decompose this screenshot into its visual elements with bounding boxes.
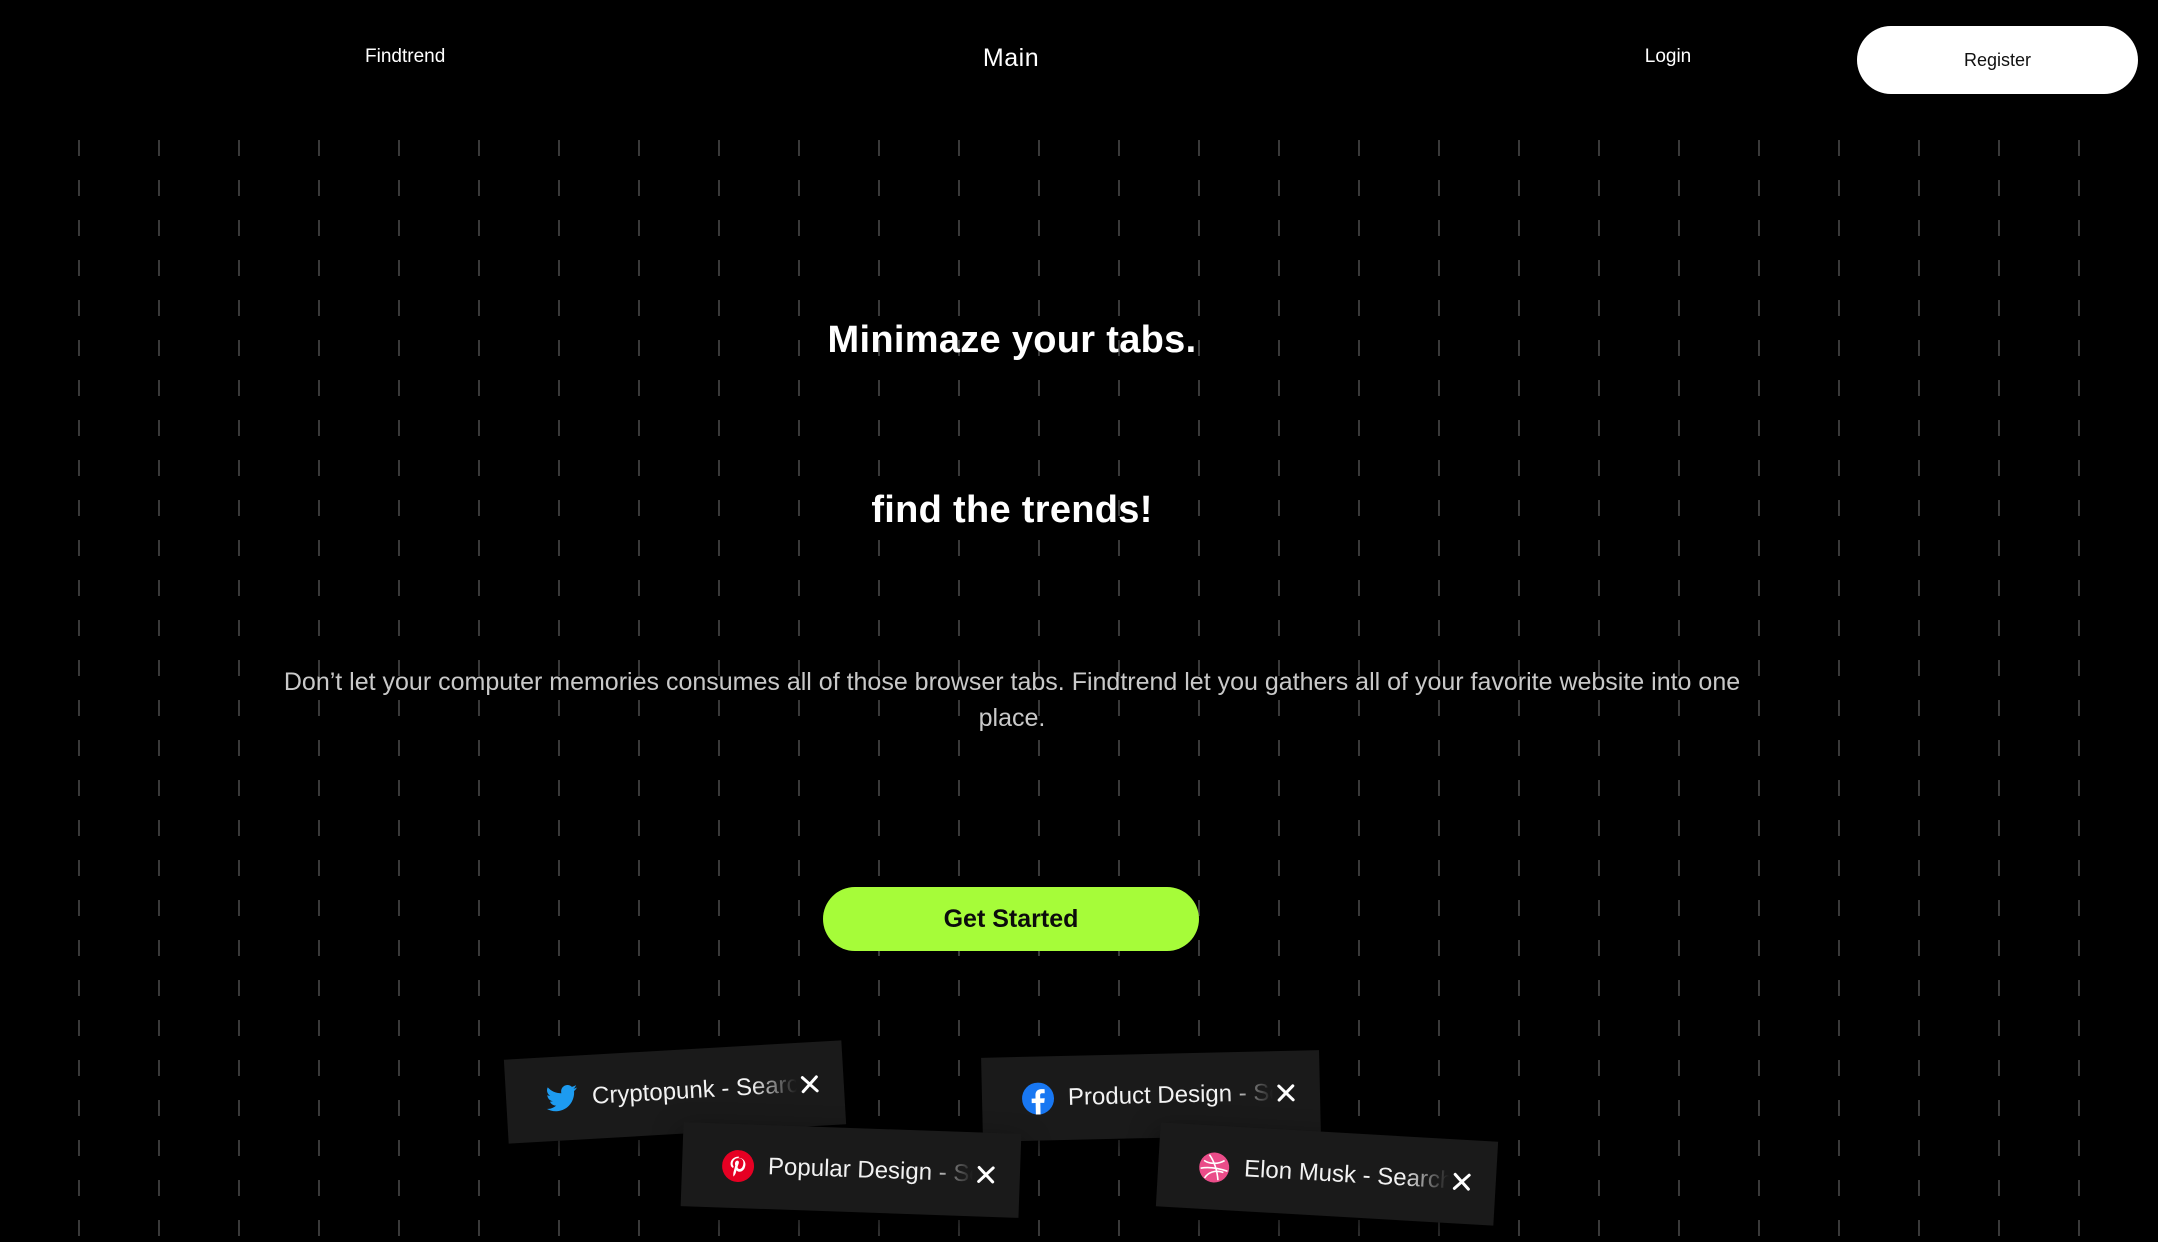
tab-title: Product Design - Search	[1067, 1079, 1274, 1111]
close-icon[interactable]	[796, 1071, 822, 1098]
get-started-button[interactable]: Get Started	[823, 887, 1199, 951]
hero-description: Don’t let your computer memories consume…	[283, 668, 1741, 732]
twitter-icon	[545, 1082, 579, 1116]
brand-logo-link[interactable]: Findtrend	[365, 46, 445, 68]
top-navigation: Findtrend Main Login Register	[0, 0, 2158, 120]
close-icon[interactable]	[1448, 1168, 1474, 1195]
tab-title: Cryptopunk - Search	[591, 1070, 798, 1110]
login-link[interactable]: Login	[1600, 46, 1736, 68]
facebook-icon	[1022, 1082, 1055, 1115]
pinterest-icon	[722, 1150, 755, 1183]
nav-main-link[interactable]: Main	[950, 44, 1072, 73]
tab-card-elon-musk[interactable]: Elon Musk - Search	[1155, 1122, 1499, 1226]
tab-title: Popular Design - Search	[767, 1153, 974, 1189]
tab-card-popular-design[interactable]: Popular Design - Search	[680, 1122, 1022, 1218]
dribbble-icon	[1197, 1151, 1231, 1185]
close-icon[interactable]	[973, 1161, 999, 1188]
tab-title: Elon Musk - Search	[1243, 1155, 1450, 1195]
register-button[interactable]: Register	[1857, 26, 2138, 94]
hero-title-line-2: find the trends!	[871, 489, 1153, 531]
hero-title-line-1: Minimaze your tabs.	[827, 319, 1197, 361]
close-icon[interactable]	[1273, 1080, 1298, 1107]
